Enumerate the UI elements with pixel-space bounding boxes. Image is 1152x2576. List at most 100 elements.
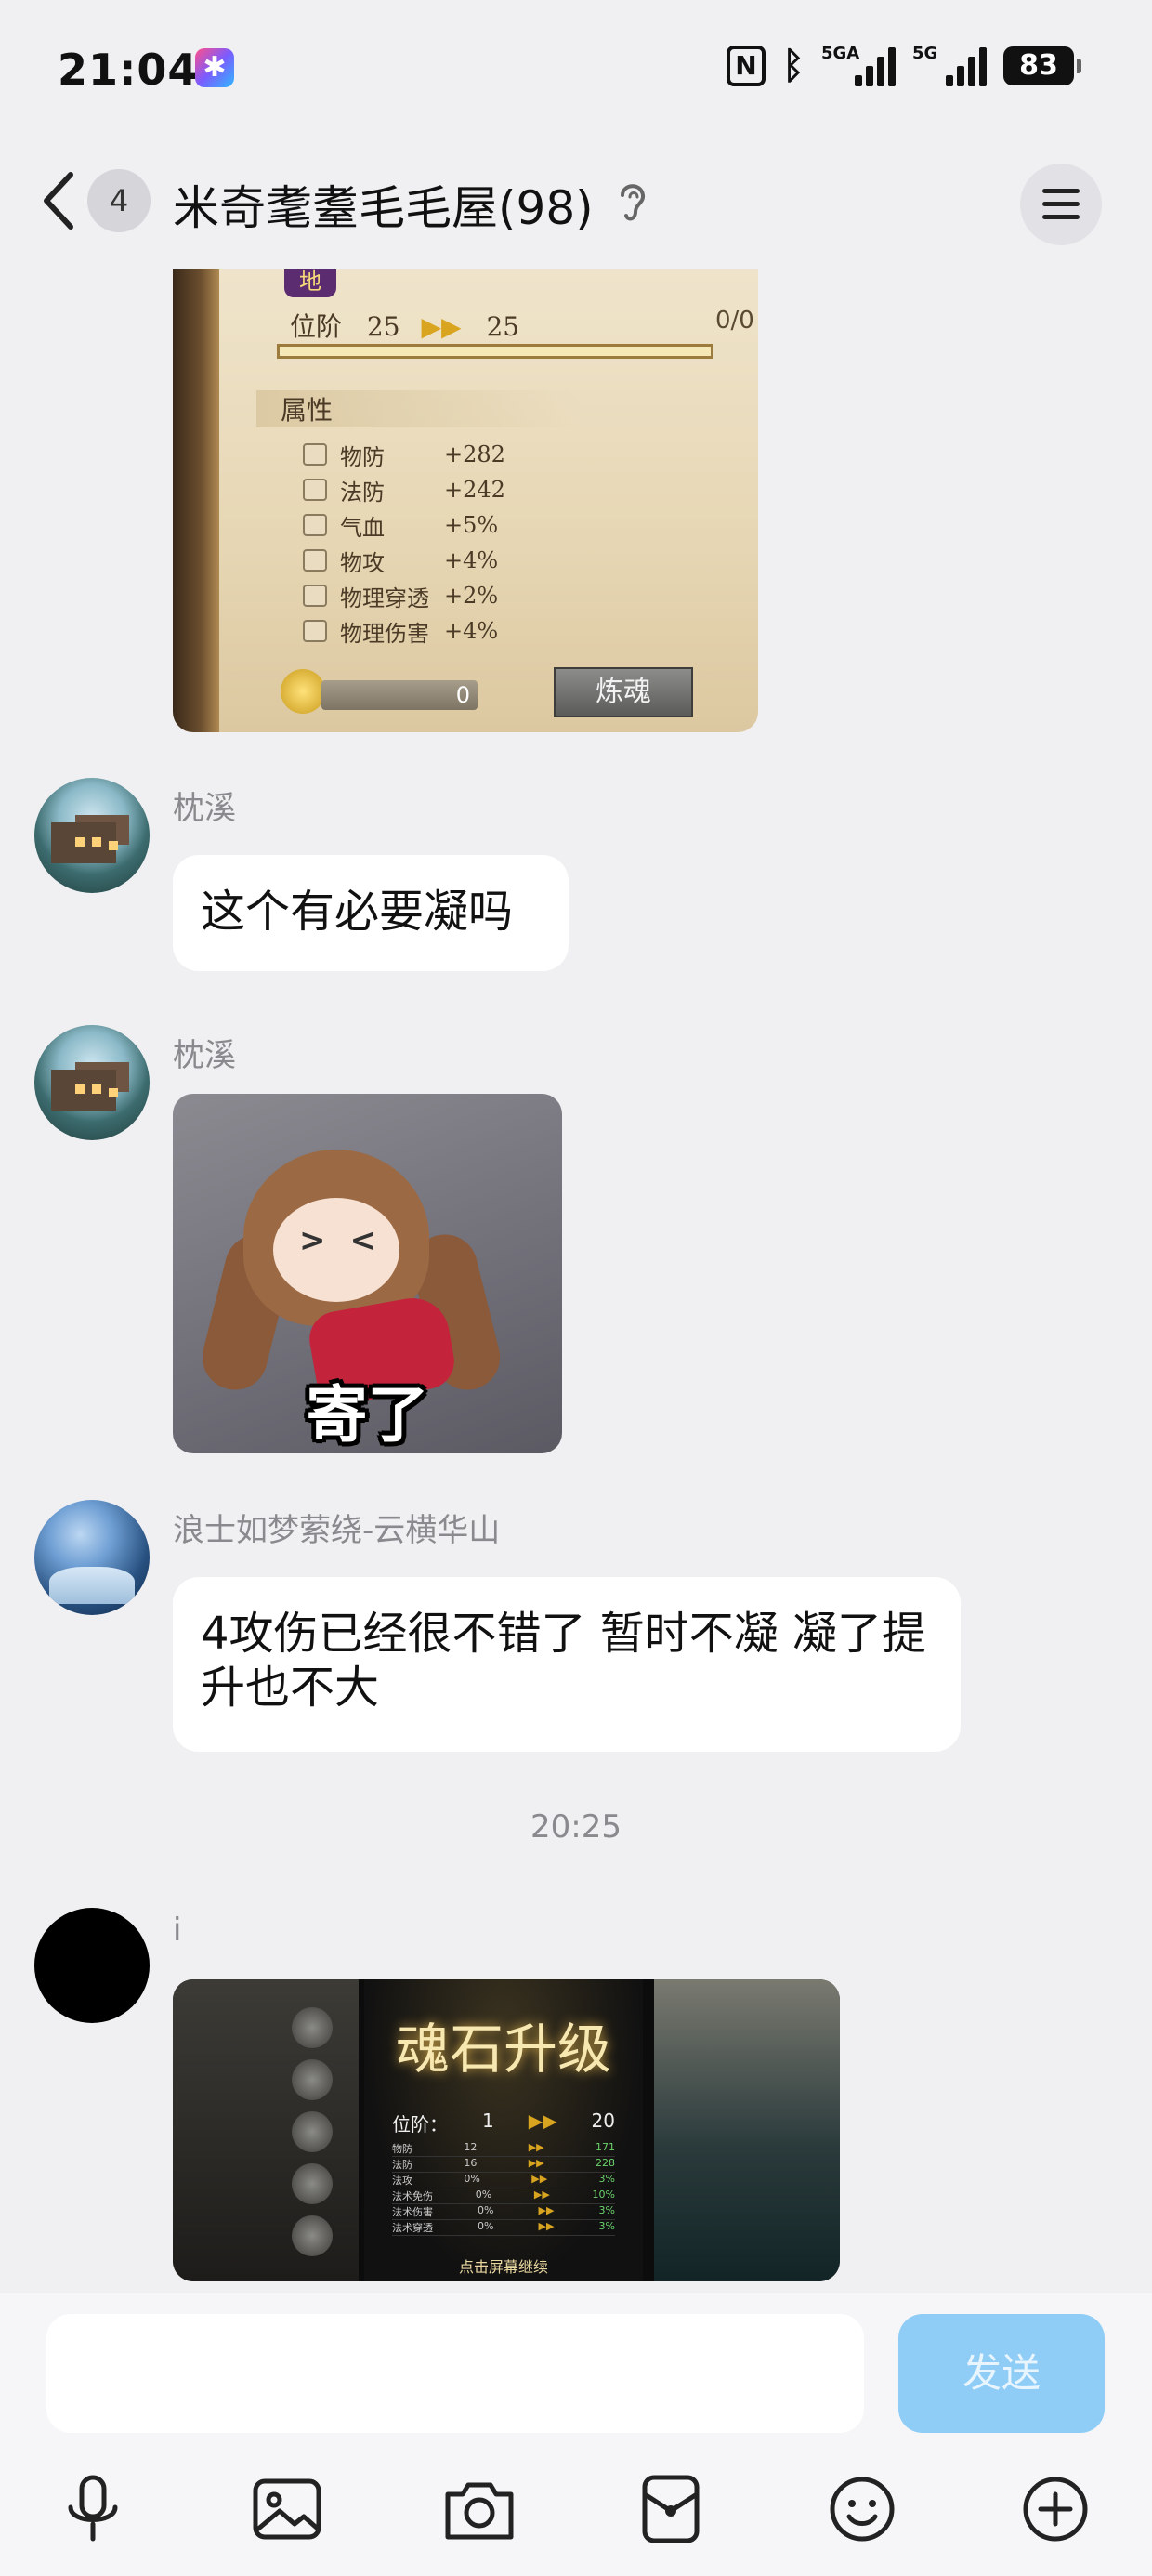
- sender-name: 浪士如梦萦绕-云横华山: [173, 1512, 501, 1549]
- row-arrow-icon: ▶▶: [538, 2220, 555, 2232]
- coin-icon: [281, 669, 325, 714]
- row-name: 物防: [392, 2143, 412, 2155]
- attribute-row: 物理伤害 +4%: [303, 613, 505, 649]
- rank-row: 位阶： 1 ▶▶ 20: [392, 2109, 615, 2136]
- signal-5g-label: 5G: [912, 44, 938, 63]
- message-bubble[interactable]: 这个有必要凝吗: [173, 855, 569, 971]
- row-name: 法术免伤: [392, 2190, 433, 2202]
- row-arrow-icon: ▶▶: [531, 2173, 548, 2185]
- avatar[interactable]: [34, 1908, 150, 2023]
- sender-name: 枕溪: [173, 790, 236, 827]
- attribute-value: +282: [444, 441, 505, 467]
- upgrade-rows: 物防 12 ▶▶ 171 法防 16 ▶▶ 228 法攻 0% ▶▶ 3% 法术免伤 0% ▶▶ 10%…: [392, 2141, 615, 2236]
- grade-tag: 地: [284, 269, 336, 297]
- rank-label: 位阶：: [392, 2113, 448, 2136]
- row-arrow-icon: ▶▶: [528, 2157, 544, 2169]
- row-arrow-icon: ▶▶: [528, 2141, 544, 2153]
- back-arrow-icon[interactable]: [37, 167, 84, 234]
- camera-icon[interactable]: [440, 2470, 518, 2548]
- attribute-name: 物理穿透: [340, 585, 429, 611]
- row-name: 法术伤害: [392, 2206, 433, 2218]
- rank-label: 位阶: [290, 311, 343, 342]
- row-from: 0%: [478, 2204, 494, 2216]
- sender-name: 枕溪: [173, 1037, 236, 1074]
- microphone-icon[interactable]: [54, 2470, 132, 2548]
- image-icon[interactable]: [248, 2470, 326, 2548]
- status-time: 21:04: [58, 45, 199, 95]
- avatar[interactable]: [34, 778, 150, 893]
- attribute-value: +2%: [444, 583, 499, 609]
- upgrade-row: 法术伤害 0% ▶▶ 3%: [392, 2204, 615, 2220]
- message-input[interactable]: [46, 2314, 864, 2433]
- sticker-caption: 寄了: [306, 1379, 429, 1451]
- system-icons: N ᛒ 5GA 5G 83: [727, 44, 1081, 87]
- menu-button[interactable]: [1020, 164, 1102, 245]
- send-button[interactable]: 发送: [898, 2314, 1105, 2433]
- bluetooth-icon: ᛒ: [782, 45, 805, 87]
- card-frame: [173, 269, 219, 732]
- double-arrow-icon: ▶▶: [528, 2109, 557, 2132]
- sticker-eyes: ><: [299, 1222, 400, 1259]
- rank-to: 25: [486, 311, 520, 342]
- attribute-row: 物攻 +4%: [303, 543, 505, 578]
- row-to: 3%: [598, 2173, 615, 2185]
- input-bar: 发送: [0, 2293, 1152, 2576]
- row-from: 16: [464, 2157, 478, 2169]
- attribute-row: 物防 +282: [303, 437, 505, 472]
- signal-5g-icon: 5G: [912, 44, 987, 86]
- chat-title[interactable]: 米奇耄耋毛毛屋(98): [173, 171, 594, 238]
- signal-5ga-label: 5GA: [821, 44, 860, 63]
- attribute-name: 物攻: [340, 549, 385, 576]
- row-name: 法术穿透: [392, 2222, 433, 2234]
- row-to: 171: [596, 2141, 615, 2153]
- battery-icon: 83: [1003, 46, 1081, 85]
- attribute-row: 气血 +5%: [303, 507, 505, 543]
- row-arrow-icon: ▶▶: [533, 2188, 550, 2201]
- game-screenshot-upgrade[interactable]: 魂石升级 位阶： 1 ▶▶ 20 物防 12 ▶▶ 171 法防 16 ▶▶ 228 法攻 0…: [173, 1979, 840, 2281]
- nfc-icon: N: [727, 46, 766, 86]
- attribute-value: +5%: [444, 512, 499, 538]
- plus-icon[interactable]: [1016, 2470, 1094, 2548]
- signal-5ga-icon: 5GA: [821, 44, 896, 86]
- row-name: 法防: [392, 2159, 412, 2171]
- upgrade-row: 法攻 0% ▶▶ 3%: [392, 2173, 615, 2188]
- timestamp: 20:25: [530, 1808, 622, 1846]
- attribute-name: 气血: [340, 514, 385, 541]
- message-bubble[interactable]: 4攻伤已经很不错了 暂时不凝 凝了提升也不大: [173, 1577, 961, 1752]
- rank-from: 25: [366, 311, 400, 342]
- rank-row: 位阶 25 ▶▶ 25: [290, 307, 519, 344]
- game-screenshot-attributes[interactable]: 地 位阶 25 ▶▶ 25 0/0 属性 物防 +282 法防 +242 气血 +5%…: [173, 269, 758, 732]
- sticker-image[interactable]: >< 寄了: [173, 1094, 562, 1453]
- row-to: 10%: [592, 2188, 615, 2201]
- upgrade-row: 法术免伤 0% ▶▶ 10%: [392, 2188, 615, 2204]
- attribute-name: 物理伤害: [340, 620, 429, 647]
- row-name: 法攻: [392, 2175, 412, 2187]
- chat-screen: 21:04 ✱ N ᛒ 5GA 5G 83 4 米奇耄耋毛毛屋(98) 地 位阶…: [0, 0, 1152, 2576]
- upgrade-row: 法防 16 ▶▶ 228: [392, 2157, 615, 2173]
- rank-from: 1: [482, 2109, 494, 2132]
- attribute-row: 物理穿透 +2%: [303, 578, 505, 613]
- row-from: 0%: [478, 2220, 494, 2232]
- avatar[interactable]: [34, 1500, 150, 1615]
- upgrade-row: 物防 12 ▶▶ 171: [392, 2141, 615, 2157]
- red-packet-icon[interactable]: [632, 2470, 710, 2548]
- ear-icon[interactable]: [613, 177, 650, 225]
- attribute-icon: [303, 443, 327, 466]
- row-to: 3%: [598, 2204, 615, 2216]
- emoji-icon[interactable]: [823, 2470, 901, 2548]
- sender-name: i: [173, 1912, 182, 1949]
- avatar[interactable]: [34, 1025, 150, 1140]
- screenshot-right-panel: [654, 1979, 840, 2281]
- attribute-icon: [303, 585, 327, 607]
- row-from: 0%: [464, 2173, 480, 2185]
- unread-count-badge[interactable]: 4: [87, 169, 151, 232]
- upgrade-row: 法术穿透 0% ▶▶ 3%: [392, 2220, 615, 2236]
- attribute-value: +242: [444, 477, 505, 503]
- attribute-icon: [303, 620, 327, 642]
- row-from: 0%: [475, 2188, 492, 2201]
- attributes-list: 物防 +282 法防 +242 气血 +5% 物攻 +4% 物理穿透 +2% 物理伤害 +4…: [303, 437, 505, 649]
- coin-count: 0: [321, 680, 478, 710]
- status-bar: 21:04 ✱ N ᛒ 5GA 5G 83: [0, 0, 1152, 139]
- attribute-icon: [303, 549, 327, 572]
- row-to: 228: [596, 2157, 615, 2169]
